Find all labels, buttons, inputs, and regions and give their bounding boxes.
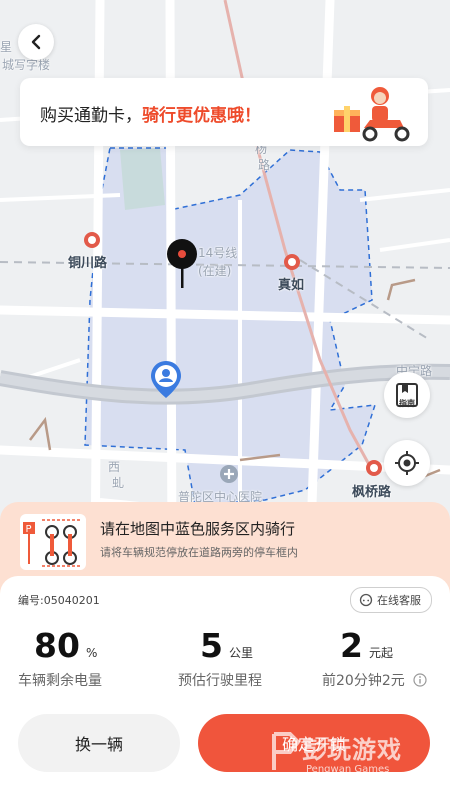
locate-me-button[interactable] — [384, 440, 430, 486]
map-label-station-tongchuan: 铜川路 — [68, 256, 108, 271]
guide-button[interactable]: 指南 — [384, 372, 430, 418]
battery-unit: % — [85, 646, 98, 660]
promo-text: 购买通勤卡，骑行更优惠哦！ — [40, 106, 261, 126]
map-label-station-fengqiao: 枫桥路 — [352, 485, 392, 500]
notice-title: 请在地图中蓝色服务区内骑行 — [100, 520, 296, 538]
distance-stat: 5 公里 预估行驶里程 — [178, 626, 262, 689]
map-label-station-zhenru: 真如 — [278, 278, 305, 293]
bike-info-sheet: 编号:05040201 在线客服 80% 车辆剩余电量 5 公里 预估行驶里程 2… — [0, 576, 450, 800]
bike-code: 编号:05040201 — [18, 594, 100, 607]
confirm-unlock-button[interactable]: 确定开锁 — [198, 714, 430, 772]
map-label-top-left: 星 — [0, 40, 13, 54]
battery-label: 车辆剩余电量 — [18, 673, 102, 689]
map-label-line14: 14号线 — [198, 246, 238, 260]
battery-value: 80 — [34, 626, 80, 665]
crosshair-icon — [395, 451, 419, 475]
bike-location-pin-icon[interactable] — [166, 238, 198, 290]
rider-illustration-icon — [334, 87, 410, 142]
battery-stat: 80% 车辆剩余电量 — [18, 626, 102, 689]
svg-text:P: P — [26, 524, 32, 535]
headset-icon — [359, 593, 373, 607]
guide-label: 指南 — [399, 399, 415, 408]
info-icon[interactable] — [413, 673, 427, 687]
chevron-left-icon — [31, 34, 41, 50]
notice-subtitle: 请将车辆规范停放在道路两旁的停车框内 — [100, 546, 298, 559]
map-label-west-road-2: 虬 — [112, 476, 125, 490]
distance-unit: 公里 — [228, 646, 253, 660]
price-label: 前20分钟2元 — [322, 670, 427, 690]
change-bike-button[interactable]: 换一辆 — [18, 714, 180, 772]
map-label-road-2: 路 — [258, 158, 271, 172]
map-label-west-road: 西 — [108, 460, 121, 474]
price-value: 2 — [340, 626, 363, 665]
online-service-label: 在线客服 — [377, 594, 421, 607]
map-label-line14-status: (在建) — [198, 264, 232, 278]
distance-label: 预估行驶里程 — [178, 673, 262, 689]
price-unit: 元起 — [368, 646, 393, 660]
distance-value: 5 — [200, 626, 223, 665]
parked-bikes-icon: P — [23, 519, 80, 567]
user-location-icon — [151, 361, 181, 398]
online-service-button[interactable]: 在线客服 — [350, 587, 432, 613]
parking-illustration: P — [20, 514, 86, 570]
back-button[interactable] — [18, 24, 54, 60]
price-stat: 2 元起 前20分钟2元 — [322, 626, 427, 689]
commute-card-promo-banner[interactable]: 购买通勤卡，骑行更优惠哦！ — [20, 78, 428, 146]
